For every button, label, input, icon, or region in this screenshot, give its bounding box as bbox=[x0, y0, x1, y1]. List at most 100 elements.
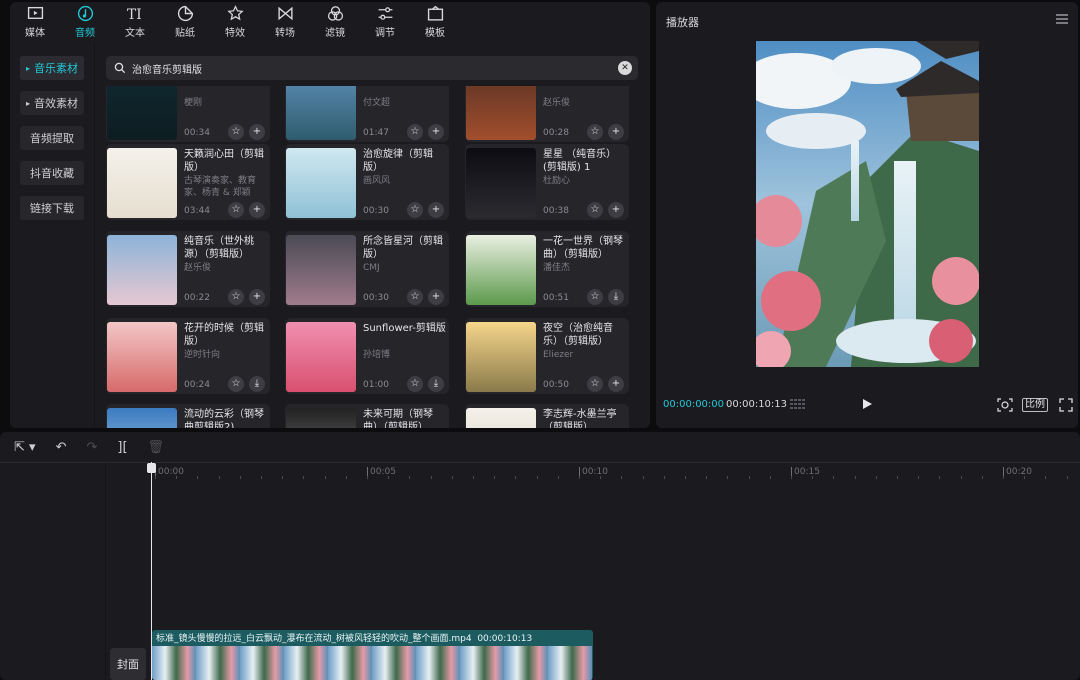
playhead-handle[interactable] bbox=[147, 463, 156, 473]
timeline-grid-icon[interactable] bbox=[789, 398, 807, 410]
sidebar-item-music[interactable]: ▸ 音乐素材 bbox=[20, 56, 84, 80]
select-cursor-icon[interactable]: ⇱ ▾ bbox=[14, 440, 36, 455]
download-icon[interactable]: ⤓ bbox=[608, 289, 624, 305]
sidebar-item-audio-extract[interactable]: 音频提取 bbox=[20, 126, 84, 150]
ruler-minor-tick bbox=[176, 476, 178, 479]
add-icon[interactable]: + bbox=[428, 124, 444, 140]
music-card[interactable]: 花开的时候（剪辑版） 逆时针向 00:24 ☆ ⤓ bbox=[106, 318, 270, 394]
ruler-minor-tick bbox=[875, 476, 877, 479]
favorite-star-icon[interactable]: ☆ bbox=[407, 124, 423, 140]
text-icon: TI bbox=[127, 7, 142, 22]
favorite-star-icon[interactable]: ☆ bbox=[228, 289, 244, 305]
menu-icon[interactable] bbox=[1056, 14, 1068, 24]
search-value: 治愈音乐剪辑版 bbox=[132, 64, 202, 76]
add-icon[interactable]: + bbox=[428, 202, 444, 218]
music-card[interactable]: Sunflower-剪辑版 孙培博 01:00 ☆ ⤓ bbox=[285, 318, 449, 394]
delete-icon[interactable]: 🗑 bbox=[148, 440, 165, 455]
favorite-star-icon[interactable]: ☆ bbox=[407, 376, 423, 392]
download-icon[interactable]: ⤓ bbox=[428, 376, 444, 392]
add-icon[interactable]: + bbox=[608, 202, 624, 218]
download-icon[interactable]: ⤓ bbox=[249, 376, 265, 392]
clip-frame bbox=[152, 646, 196, 680]
music-card[interactable]: 付文超 01:47 ☆ + bbox=[285, 86, 449, 142]
tab-template[interactable]: 模板 bbox=[410, 2, 460, 42]
asset-library-panel: 媒体 音频 TI 文本 贴纸 特效 转场 滤镜 调节 模板 ▸ 音乐素材 ▸ 音… bbox=[10, 2, 650, 428]
favorite-star-icon[interactable]: ☆ bbox=[228, 202, 244, 218]
ruler-minor-tick bbox=[261, 476, 262, 479]
effects-icon bbox=[226, 5, 244, 21]
zoom-fit-icon[interactable] bbox=[997, 398, 1013, 412]
track-artist: 孙培博 bbox=[363, 350, 391, 360]
player-title: 播放器 bbox=[666, 16, 699, 29]
music-card[interactable]: 纯音乐（世外桃源）（剪辑版） 赵乐俊 00:22 ☆ + bbox=[106, 231, 270, 307]
favorite-star-icon[interactable]: ☆ bbox=[587, 289, 603, 305]
playhead[interactable] bbox=[151, 462, 152, 680]
time-ruler[interactable]: 00:00 00:05 00:10 00:15 00:20 bbox=[106, 463, 1080, 483]
sidebar-item-douyin-favorites[interactable]: 抖音收藏 bbox=[20, 161, 84, 185]
add-icon[interactable]: + bbox=[608, 376, 624, 392]
clear-search-icon[interactable]: ✕ bbox=[618, 61, 632, 75]
favorite-star-icon[interactable]: ☆ bbox=[228, 376, 244, 392]
ruler-minor-tick bbox=[388, 476, 390, 479]
play-button[interactable] bbox=[863, 399, 872, 409]
fullscreen-icon[interactable] bbox=[1059, 398, 1073, 412]
music-card[interactable]: 未来可期（钢琴曲）（剪辑版）☆+ bbox=[285, 404, 449, 428]
music-card[interactable]: 星星 （纯音乐）(剪辑版) 1 杜励心 00:38 ☆ + bbox=[465, 144, 629, 220]
cover-button[interactable]: 封面 bbox=[110, 648, 146, 680]
music-card[interactable]: 夜空（治愈纯音乐）（剪辑版） Eliezer 00:50 ☆ + bbox=[465, 318, 629, 394]
video-clip[interactable]: 标准_镜头慢慢的拉远_白云飘动_瀑布在流动_树被风轻轻的吹动_整个画面.mp4 … bbox=[152, 630, 593, 680]
music-card[interactable]: 一花一世界（钢琴曲）（剪辑版） 潘佳杰 00:51 ☆ ⤓ bbox=[465, 231, 629, 307]
music-card[interactable]: 李志辉-水墨兰亭（剪辑版）☆+ bbox=[465, 404, 629, 428]
music-card[interactable]: 梗刚 00:34 ☆ + bbox=[106, 86, 270, 142]
favorite-star-icon[interactable]: ☆ bbox=[228, 124, 244, 140]
sidebar-item-label: 音乐素材 bbox=[34, 62, 78, 75]
redo-icon[interactable]: ↷ bbox=[86, 440, 97, 455]
player-panel: 播放器 00:00:00:00 00:00:10:13 比例 bbox=[656, 2, 1078, 428]
timeline-panel: ⇱ ▾ ↶ ↷ ][ 🗑 ▣ 🔒 ◉ ◀) 00:00 00:05 00:10 … bbox=[0, 432, 1080, 680]
music-card[interactable]: 赵乐俊 00:28 ☆ + bbox=[465, 86, 629, 142]
track-artist: 潘佳杰 bbox=[543, 263, 571, 273]
add-icon[interactable]: + bbox=[428, 289, 444, 305]
music-card[interactable]: 流动的云彩（钢琴曲剪辑版2)☆+ bbox=[106, 404, 270, 428]
clip-frame bbox=[460, 646, 504, 680]
tab-transition[interactable]: 转场 bbox=[260, 2, 310, 42]
tab-audio[interactable]: 音频 bbox=[60, 2, 110, 42]
media-icon bbox=[27, 6, 43, 19]
favorite-star-icon[interactable]: ☆ bbox=[587, 376, 603, 392]
add-icon[interactable]: + bbox=[249, 124, 265, 140]
video-preview bbox=[756, 41, 979, 367]
tab-media[interactable]: 媒体 bbox=[10, 2, 60, 42]
triangle-icon: ▸ bbox=[25, 98, 30, 108]
tab-text[interactable]: TI 文本 bbox=[110, 2, 160, 42]
search-input[interactable]: 治愈音乐剪辑版 ✕ bbox=[106, 56, 638, 80]
track-title: 未来可期（钢琴曲）（剪辑版） bbox=[363, 409, 433, 428]
favorite-star-icon[interactable]: ☆ bbox=[407, 289, 423, 305]
music-card[interactable]: 天籁润心田（剪辑版） 古琴演奏家、教育家、杨青 & 郑颖 03:44 ☆ + bbox=[106, 144, 270, 220]
cover-thumbnail bbox=[286, 235, 356, 305]
add-icon[interactable]: + bbox=[249, 289, 265, 305]
preview-image bbox=[756, 41, 979, 367]
track-duration: 00:28 bbox=[543, 128, 569, 138]
ruler-minor-tick bbox=[769, 476, 771, 479]
tab-filter[interactable]: 滤镜 bbox=[310, 2, 360, 42]
music-card[interactable]: 所念皆星河（剪辑版） CMJ 00:30 ☆ + bbox=[285, 231, 449, 307]
sidebar-item-link-download[interactable]: 链接下载 bbox=[20, 196, 84, 220]
sidebar-item-sound-effects[interactable]: ▸ 音效素材 bbox=[20, 91, 84, 115]
add-icon[interactable]: + bbox=[249, 202, 265, 218]
cover-thumbnail bbox=[286, 322, 356, 392]
add-icon[interactable]: + bbox=[608, 124, 624, 140]
tab-sticker[interactable]: 贴纸 bbox=[160, 2, 210, 42]
favorite-star-icon[interactable]: ☆ bbox=[407, 202, 423, 218]
tab-adjust[interactable]: 调节 bbox=[360, 2, 410, 42]
undo-icon[interactable]: ↶ bbox=[56, 440, 67, 455]
music-card[interactable]: 治愈旋律（剪辑版） 画风风 00:30 ☆ + bbox=[285, 144, 449, 220]
track-artist: 逆时针向 bbox=[184, 350, 221, 360]
tab-effects[interactable]: 特效 bbox=[210, 2, 260, 42]
aspect-ratio-button[interactable]: 比例 bbox=[1022, 398, 1048, 412]
tab-sticker-label: 贴纸 bbox=[175, 28, 195, 39]
svg-text:TI: TI bbox=[127, 7, 142, 22]
audio-icon bbox=[77, 5, 93, 22]
favorite-star-icon[interactable]: ☆ bbox=[587, 202, 603, 218]
split-icon[interactable]: ][ bbox=[117, 440, 127, 455]
favorite-star-icon[interactable]: ☆ bbox=[587, 124, 603, 140]
